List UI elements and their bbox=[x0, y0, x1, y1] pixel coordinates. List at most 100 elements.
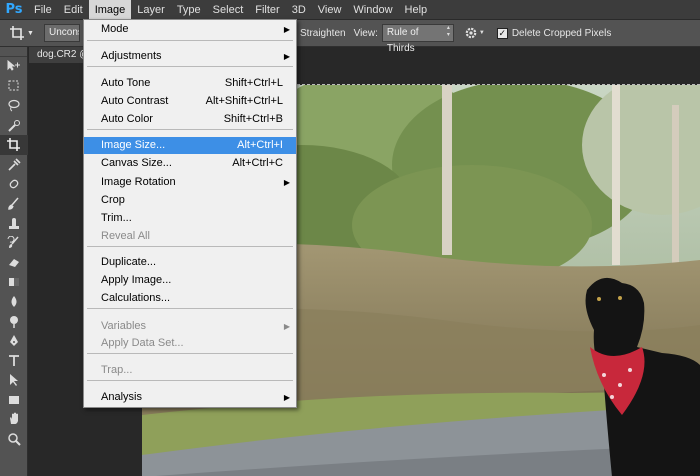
straighten-button[interactable]: Straighten bbox=[300, 28, 346, 39]
menu-select[interactable]: Select bbox=[207, 0, 250, 20]
blur-icon bbox=[11, 295, 17, 307]
menu-3d[interactable]: 3D bbox=[286, 0, 312, 20]
menu-help[interactable]: Help bbox=[399, 0, 434, 20]
gradient-icon bbox=[9, 278, 19, 287]
menu-item-analysis[interactable]: Analysis ▶ bbox=[84, 389, 296, 406]
menu-item-variables: Variables ▶ bbox=[84, 318, 296, 335]
menu-item-label: Auto Tone bbox=[101, 77, 151, 89]
menu-item-canvas-size[interactable]: Canvas Size... Alt+Ctrl+C bbox=[84, 155, 296, 172]
menu-item-calculations[interactable]: Calculations... bbox=[84, 290, 296, 307]
menu-item-label: Image Rotation bbox=[101, 176, 176, 188]
menu-item-shortcut: Alt+Ctrl+I bbox=[237, 139, 283, 151]
tools-panel bbox=[0, 47, 28, 476]
menu-item-label: Analysis bbox=[101, 391, 142, 403]
menu-item-label: Mode bbox=[101, 23, 129, 35]
menu-item-label: Auto Color bbox=[101, 113, 153, 125]
submenu-arrow-icon: ▶ bbox=[283, 393, 290, 402]
eyedropper-icon bbox=[8, 158, 21, 171]
type-icon bbox=[9, 354, 19, 366]
menu-item-auto-tone[interactable]: Auto Tone Shift+Ctrl+L bbox=[84, 75, 296, 92]
ratio-select[interactable]: Unconstr bbox=[44, 24, 80, 42]
crop-icon bbox=[10, 26, 25, 40]
menu-separator bbox=[87, 353, 293, 354]
marquee-tool[interactable] bbox=[0, 77, 28, 97]
brush-tool[interactable] bbox=[0, 194, 28, 214]
clone-stamp-tool[interactable] bbox=[0, 214, 28, 234]
lasso-icon bbox=[8, 99, 20, 112]
type-tool[interactable] bbox=[0, 351, 28, 371]
quick-selection-icon bbox=[8, 119, 20, 132]
menu-separator bbox=[87, 308, 293, 309]
zoom-icon bbox=[8, 433, 21, 446]
menu-item-trim[interactable]: Trim... bbox=[84, 210, 296, 227]
menu-type[interactable]: Type bbox=[171, 0, 207, 20]
menu-item-duplicate[interactable]: Duplicate... bbox=[84, 254, 296, 271]
menu-window[interactable]: Window bbox=[347, 0, 398, 20]
menu-item-label: Auto Contrast bbox=[101, 95, 169, 107]
crop-preset-button[interactable]: ▼ bbox=[0, 20, 44, 47]
pen-icon bbox=[10, 335, 18, 347]
zoom-tool[interactable] bbox=[0, 429, 28, 449]
history-brush-tool[interactable] bbox=[0, 233, 28, 253]
menu-file[interactable]: File bbox=[28, 0, 58, 20]
menu-view[interactable]: View bbox=[312, 0, 348, 20]
menu-bar: Ps File Edit Image Layer Type Select Fil… bbox=[0, 0, 700, 20]
menu-separator bbox=[87, 129, 293, 130]
menu-item-adjustments[interactable]: Adjustments ▶ bbox=[84, 48, 296, 65]
pen-tool[interactable] bbox=[0, 331, 28, 351]
document-tab[interactable]: dog.CR2 @ bbox=[29, 47, 83, 63]
tool-list bbox=[0, 57, 28, 449]
submenu-arrow-icon: ▶ bbox=[283, 178, 290, 187]
blur-tool[interactable] bbox=[0, 292, 28, 312]
healing-brush-tool[interactable] bbox=[0, 175, 28, 195]
menu-item-reveal-all: Reveal All bbox=[84, 228, 296, 245]
menu-item-auto-color[interactable]: Auto Color Shift+Ctrl+B bbox=[84, 111, 296, 128]
healing-brush-icon bbox=[9, 180, 19, 189]
menu-edit[interactable]: Edit bbox=[58, 0, 89, 20]
view-overlay-select[interactable]: Rule of Thirds bbox=[381, 24, 454, 54]
dodge-tool[interactable] bbox=[0, 312, 28, 332]
menu-item-auto-contrast[interactable]: Auto Contrast Alt+Shift+Ctrl+L bbox=[84, 93, 296, 110]
checkmark-icon: ✓ bbox=[498, 27, 507, 38]
quick-selection-tool[interactable] bbox=[0, 116, 28, 136]
menu-item-apply-image[interactable]: Apply Image... bbox=[84, 272, 296, 289]
view-label: View: bbox=[353, 27, 378, 39]
chevron-down-icon: ▼ bbox=[478, 30, 485, 36]
menu-separator bbox=[87, 246, 293, 247]
path-selection-tool[interactable] bbox=[0, 371, 28, 391]
lasso-tool[interactable] bbox=[0, 96, 28, 116]
path-selection-icon bbox=[10, 374, 18, 387]
menu-item-label: Variables bbox=[101, 320, 147, 332]
delete-cropped-checkbox[interactable]: ✓ bbox=[496, 27, 508, 39]
panel-grip[interactable] bbox=[0, 47, 27, 57]
gradient-tool[interactable] bbox=[0, 273, 28, 293]
marquee-icon bbox=[8, 80, 19, 91]
menu-item-shortcut: Shift+Ctrl+B bbox=[223, 113, 283, 125]
move-tool[interactable] bbox=[0, 57, 28, 77]
menu-item-label: Crop bbox=[101, 194, 125, 206]
rectangle-icon bbox=[9, 395, 19, 404]
history-brush-icon bbox=[7, 236, 19, 249]
menu-layer[interactable]: Layer bbox=[131, 0, 171, 20]
menu-item-image-size[interactable]: Image Size... Alt+Ctrl+I bbox=[84, 137, 296, 154]
menu-image[interactable]: Image bbox=[88, 0, 132, 20]
menu-item-shortcut: Alt+Shift+Ctrl+L bbox=[205, 95, 283, 107]
dodge-icon bbox=[10, 315, 18, 328]
menu-item-label: Duplicate... bbox=[101, 256, 157, 268]
menu-item-crop[interactable]: Crop bbox=[84, 192, 296, 209]
eyedropper-tool[interactable] bbox=[0, 155, 28, 175]
menu-item-trap: Trap... bbox=[84, 362, 296, 379]
menu-filter[interactable]: Filter bbox=[249, 0, 285, 20]
menu-item-label: Canvas Size... bbox=[101, 157, 172, 169]
menu-item-image-rotation[interactable]: Image Rotation ▶ bbox=[84, 174, 296, 191]
delete-cropped-label: Delete Cropped Pixels bbox=[511, 27, 612, 39]
photoshop-logo-icon: Ps bbox=[5, 2, 23, 17]
submenu-arrow-icon: ▶ bbox=[283, 52, 290, 61]
eraser-tool[interactable] bbox=[0, 253, 28, 273]
menu-item-label: Trim... bbox=[101, 212, 132, 224]
rectangle-tool[interactable] bbox=[0, 390, 28, 410]
menu-item-mode[interactable]: Mode ▶ bbox=[84, 21, 296, 38]
crop-tool[interactable] bbox=[0, 135, 28, 155]
gear-icon[interactable]: ▼ bbox=[464, 26, 485, 40]
hand-tool[interactable] bbox=[0, 410, 28, 430]
